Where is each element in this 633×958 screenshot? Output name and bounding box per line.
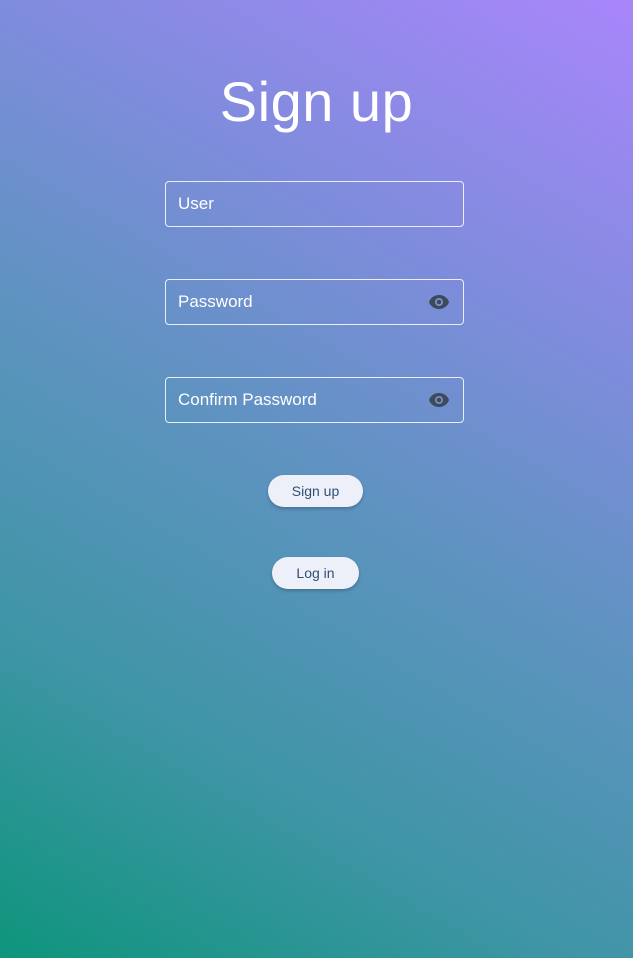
user-input[interactable] <box>178 194 451 214</box>
password-field[interactable] <box>165 279 464 325</box>
signup-page: Sign up Sign up Log in <box>0 0 633 958</box>
user-field[interactable] <box>165 181 464 227</box>
page-title: Sign up <box>219 70 414 133</box>
confirm-password-field[interactable] <box>165 377 464 423</box>
eye-icon[interactable] <box>427 290 451 314</box>
signup-button[interactable]: Sign up <box>268 475 363 507</box>
password-input[interactable] <box>178 292 427 312</box>
login-button[interactable]: Log in <box>272 557 359 589</box>
confirm-password-input[interactable] <box>178 390 427 410</box>
eye-icon[interactable] <box>427 388 451 412</box>
